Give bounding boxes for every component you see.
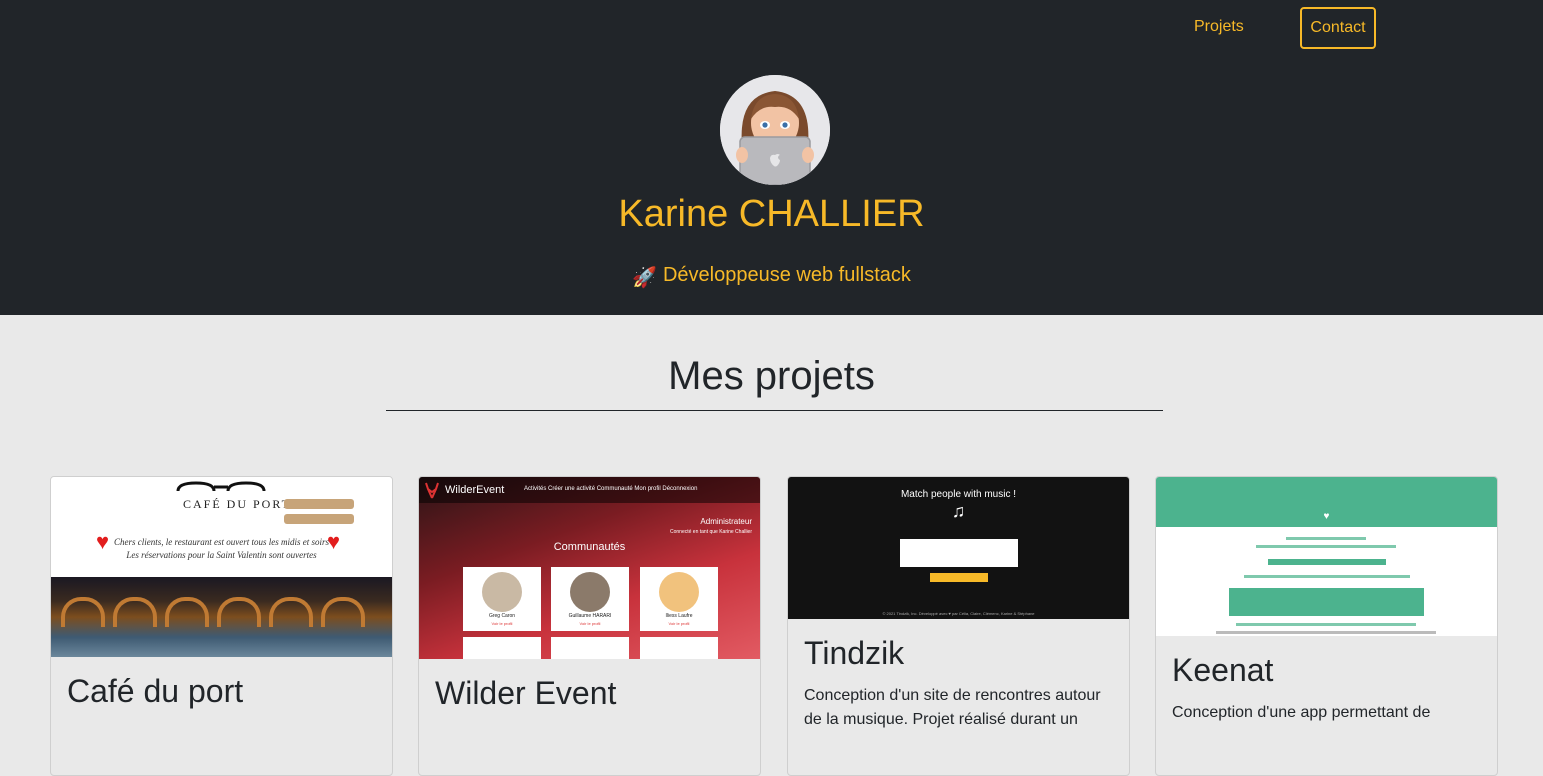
project-card-keenat[interactable]: ♥ Keenat Conception d'une app permettant…: [1155, 476, 1498, 776]
member-photo: [659, 572, 699, 612]
card-body: Café du port: [51, 657, 392, 738]
nav-contact-button[interactable]: Contact: [1300, 7, 1376, 49]
tindzik-heading: Match people with music !: [900, 489, 1017, 500]
cafe-sign: CAFÉ DU PORT: [183, 497, 291, 511]
member-photo: [482, 572, 522, 612]
rocket-icon: 🚀: [632, 267, 657, 289]
member-name: Guillaume HARARI: [568, 613, 612, 619]
deer-logo-icon: [425, 482, 439, 499]
cafe-thumb-button: [284, 514, 354, 524]
project-thumbnail[interactable]: WilderEvent Activités Créer une activité…: [419, 477, 760, 659]
project-thumbnail[interactable]: ♥: [1156, 477, 1497, 636]
wilder-member-card: Greg Caron Voir le profil: [463, 567, 541, 631]
wilder-member-card: Guillaume HARARI Voir le profil: [551, 567, 629, 631]
keenat-thumb-button: [1268, 559, 1386, 565]
card-title[interactable]: Tindzik: [804, 635, 1113, 672]
wilder-brand: WilderEvent: [445, 484, 505, 496]
card-title[interactable]: Keenat: [1172, 652, 1481, 689]
member-link: Voir le profil: [668, 621, 690, 626]
keenat-thumb-text: [1216, 631, 1436, 634]
nav-link-projets[interactable]: Projets: [1194, 18, 1244, 36]
cafe-thumb-button: [284, 499, 354, 509]
card-title[interactable]: Wilder Event: [435, 675, 744, 712]
bridge-arch: [165, 597, 209, 627]
project-card-cafe-du-port[interactable]: CAFÉ DU PORT ♥ ♥ Chers clients, le resta…: [50, 476, 393, 776]
keenat-thumb-text: [1256, 545, 1396, 548]
project-card-tindzik[interactable]: Match people with music ! ♫ © 2021 Tindz…: [787, 476, 1130, 776]
card-body: Keenat Conception d'une app permettant d…: [1156, 636, 1497, 741]
card-title[interactable]: Café du port: [67, 673, 376, 710]
project-card-wilder-event[interactable]: WilderEvent Activités Créer une activité…: [418, 476, 761, 776]
wilder-member-card: Iliess Laufre Voir le profil: [640, 567, 718, 631]
bridge-arch: [113, 597, 157, 627]
keenat-thumb-box: [1229, 588, 1424, 616]
bridge-photo: [51, 577, 392, 657]
member-name: Iliess Laufre: [665, 613, 693, 619]
hero-subtitle: 🚀 Développeuse web fullstack: [0, 264, 1543, 290]
avatar: [720, 75, 830, 185]
heart-icon: ♥: [1323, 511, 1330, 522]
wilder-member-card: [640, 637, 718, 659]
tindzik-login-form: [900, 539, 1018, 567]
wilder-admin-sub: Connecté en tant que Karine Challier: [670, 529, 752, 535]
hero-name: Karine CHALLIER: [618, 193, 925, 235]
section-divider: [386, 410, 1163, 411]
card-description: Conception d'une app permettant de: [1172, 704, 1431, 721]
glasses-logo-icon: [176, 481, 266, 492]
cafe-thumb-line: Les réservations pour la Saint Valentin …: [126, 550, 317, 560]
tindzik-footer: © 2021 Tindzik, Inc. Développé avec ♥ pa…: [882, 611, 1035, 616]
bridge-arch: [269, 597, 313, 627]
keenat-thumb-text: [1286, 537, 1366, 540]
card-body: Wilder Event: [419, 659, 760, 740]
hero-subtitle-text: Développeuse web fullstack: [662, 264, 911, 286]
wilder-thumb-navbar: WilderEvent Activités Créer une activité…: [419, 477, 760, 503]
keenat-thumb-text: [1244, 575, 1410, 578]
wilder-admin-label: Administrateur: [700, 517, 752, 526]
wilder-heading: Communautés: [553, 541, 626, 553]
wilder-member-card: [463, 637, 541, 659]
card-body: Tindzik Conception d'un site de rencontr…: [788, 619, 1129, 748]
card-description: Conception d'un site de rencontres autou…: [804, 687, 1101, 728]
project-thumbnail[interactable]: Match people with music ! ♫ © 2021 Tindz…: [788, 477, 1129, 619]
member-photo: [570, 572, 610, 612]
bridge-arch: [217, 597, 261, 627]
bridge-arch: [61, 597, 105, 627]
cafe-thumb-line: Chers clients, le restaurant est ouvert …: [114, 537, 329, 547]
project-thumbnail[interactable]: CAFÉ DU PORT ♥ ♥ Chers clients, le resta…: [51, 477, 392, 657]
wilder-nav-links: Activités Créer une activité Communauté …: [524, 486, 698, 492]
section-title: Mes projets: [668, 354, 875, 398]
bridge-arch: [321, 597, 365, 627]
member-link: Voir le profil: [579, 621, 601, 626]
cafe-thumb-header: CAFÉ DU PORT ♥ ♥ Chers clients, le resta…: [51, 477, 392, 577]
member-name: Greg Caron: [488, 613, 516, 619]
memoji-avatar-illustration: [720, 75, 830, 185]
member-link: Voir le profil: [491, 621, 513, 626]
keenat-thumb-text: [1236, 623, 1416, 626]
tindzik-login-button: [930, 573, 988, 582]
site-header: Projets Contact Karine CHALLIER 🚀 Dévelo…: [0, 0, 1543, 315]
music-note-icon: ♫: [951, 501, 966, 521]
wilder-member-card: [551, 637, 629, 659]
